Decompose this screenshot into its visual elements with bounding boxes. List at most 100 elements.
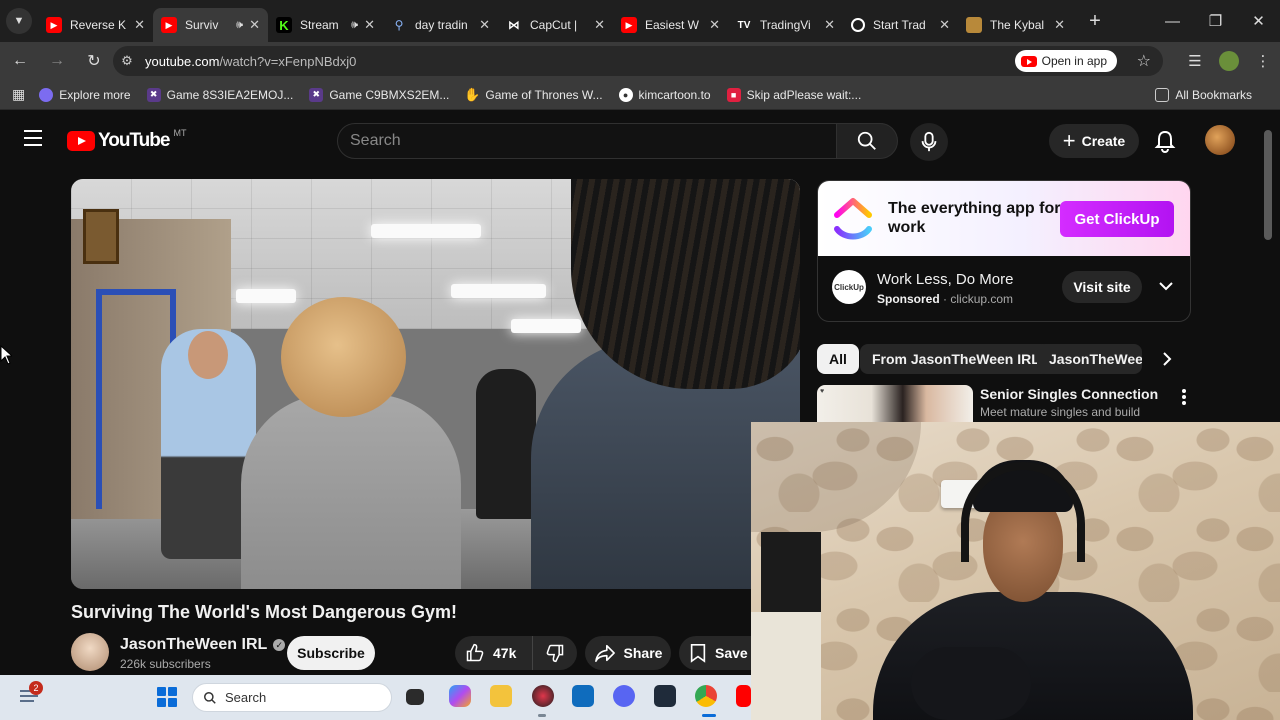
close-tab-icon[interactable]: ✕: [364, 17, 375, 33]
chips-next-button[interactable]: [1160, 350, 1174, 373]
create-label: Create: [1081, 133, 1126, 149]
recommendation-menu-button[interactable]: [1180, 388, 1188, 411]
youtube-app-icon[interactable]: [736, 685, 751, 707]
discord-icon[interactable]: [613, 685, 635, 707]
visit-site-button[interactable]: Visit site: [1062, 271, 1142, 303]
tab-tradingview[interactable]: TV TradingVi ✕: [728, 8, 843, 42]
close-tab-icon[interactable]: ✕: [939, 17, 950, 33]
tab-search-button[interactable]: ▼: [6, 8, 32, 34]
tab-title: TradingVi: [760, 18, 811, 32]
close-tab-icon[interactable]: ✕: [824, 17, 835, 33]
chip-from-channel[interactable]: From JasonTheWeen IRL: [860, 344, 1052, 374]
close-tab-icon[interactable]: ✕: [594, 17, 605, 33]
taskbar-search-input[interactable]: Search: [192, 683, 392, 712]
bookmark-skip-ad[interactable]: ■ Skip adPlease wait:...: [726, 87, 862, 102]
tab-kybalion[interactable]: The Kybal ✕: [958, 8, 1073, 42]
save-button[interactable]: Save: [679, 636, 759, 670]
media-control-icon[interactable]: ☰: [1178, 52, 1212, 70]
thumbnail-logo: ♥: [820, 388, 825, 395]
apps-grid-icon[interactable]: ▦: [12, 86, 25, 103]
guide-menu-icon[interactable]: [24, 130, 42, 146]
copilot-icon[interactable]: [449, 685, 471, 707]
tab-surviving[interactable]: ▶ Surviv 🕪 ✕: [153, 8, 268, 42]
close-tab-icon[interactable]: ✕: [709, 17, 720, 33]
like-dislike-group: 47k: [455, 636, 577, 670]
all-bookmarks-button[interactable]: All Bookmarks: [1155, 87, 1252, 102]
subscribe-button[interactable]: Subscribe: [287, 636, 375, 670]
media-app-icon[interactable]: [532, 685, 554, 707]
ad-card[interactable]: The everything app for work Get ClickUp …: [817, 180, 1191, 322]
open-in-app-button[interactable]: Open in app: [1014, 50, 1117, 72]
bookmark-explore-more[interactable]: Explore more: [39, 87, 131, 102]
audio-app-icon[interactable]: [654, 685, 676, 707]
bookmark-star-icon[interactable]: ☆: [1137, 51, 1151, 71]
close-tab-icon[interactable]: ✕: [249, 17, 260, 33]
ad-domain: clickup.com: [950, 292, 1014, 306]
start-button[interactable]: [157, 687, 177, 707]
window-controls: — ❐ ✕: [1151, 0, 1280, 42]
channel-name[interactable]: JasonTheWeen IRL ✓: [120, 636, 286, 654]
advertiser-logo[interactable]: ClickUp: [832, 270, 866, 304]
tab-title: Easiest W: [645, 18, 700, 32]
create-button[interactable]: + Create: [1049, 124, 1139, 158]
share-button[interactable]: Share: [585, 636, 671, 670]
restore-icon[interactable]: ❐: [1194, 0, 1237, 42]
tab-day-trading[interactable]: ⚲ day tradin ✕: [383, 8, 498, 42]
channel-avatar[interactable]: [71, 633, 109, 671]
toolbar-right: ☰ ⋮: [1178, 42, 1280, 80]
ad-expand-button[interactable]: [1158, 279, 1174, 297]
search-input[interactable]: Search: [337, 123, 837, 159]
bookmark-label: Skip adPlease wait:...: [746, 87, 862, 102]
speaker-icon[interactable]: 🕪: [236, 19, 243, 32]
forward-button[interactable]: →: [40, 46, 74, 76]
tab-start-trading[interactable]: Start Trad ✕: [843, 8, 958, 42]
outlook-icon[interactable]: [572, 685, 594, 707]
get-clickup-button[interactable]: Get ClickUp: [1060, 201, 1174, 237]
chip-all[interactable]: All: [817, 344, 859, 374]
file-explorer-icon[interactable]: [490, 685, 512, 707]
task-view-icon[interactable]: [406, 689, 424, 705]
page-scrollbar[interactable]: [1264, 130, 1272, 240]
recommendation-title[interactable]: Senior Singles Connection: [980, 386, 1158, 402]
new-tab-button[interactable]: +: [1083, 10, 1107, 33]
dislike-button[interactable]: [533, 643, 577, 663]
plus-icon: +: [1062, 128, 1076, 153]
close-tab-icon[interactable]: ✕: [479, 17, 490, 33]
bookmark-kimcartoon[interactable]: ● kimcartoon.to: [618, 87, 711, 102]
bookmark-label: Explore more: [59, 87, 131, 102]
voice-search-button[interactable]: [910, 123, 948, 161]
recommendation-thumbnail[interactable]: ♥: [817, 385, 973, 425]
speaker-icon[interactable]: 🕪: [351, 19, 358, 32]
close-window-icon[interactable]: ✕: [1237, 0, 1280, 42]
notifications-button[interactable]: [1154, 129, 1176, 158]
reload-button[interactable]: ↻: [77, 46, 111, 76]
account-avatar[interactable]: [1205, 125, 1235, 155]
address-bar[interactable]: ⚙ youtube.com/watch?v=xFenpNBdxj0 Open i…: [113, 46, 1163, 76]
chip-channel[interactable]: JasonTheWeen: [1037, 344, 1142, 374]
bookmark-game-2[interactable]: ✖ Game C9BMXS2EM...: [309, 87, 449, 102]
url-host: youtube.com: [145, 53, 220, 69]
video-player[interactable]: [71, 179, 800, 589]
ad-banner[interactable]: The everything app for work Get ClickUp: [818, 181, 1190, 256]
profile-avatar[interactable]: [1219, 51, 1239, 71]
tab-reverse[interactable]: ▶ Reverse K ✕: [38, 8, 153, 42]
search-button[interactable]: [836, 123, 898, 159]
like-button[interactable]: 47k: [455, 636, 533, 670]
back-button[interactable]: ←: [3, 46, 37, 76]
bookmark-game-1[interactable]: ✖ Game 8S3IEA2EMOJ...: [146, 87, 293, 102]
like-count: 47k: [493, 645, 517, 661]
close-tab-icon[interactable]: ✕: [134, 17, 145, 33]
chrome-icon[interactable]: [695, 685, 717, 707]
minimize-icon[interactable]: —: [1151, 0, 1194, 42]
tab-easiest[interactable]: ▶ Easiest W ✕: [613, 8, 728, 42]
youtube-masthead: YouTube MT Search + Create: [0, 111, 1280, 171]
tab-stream[interactable]: K Stream 🕪 ✕: [268, 8, 383, 42]
close-tab-icon[interactable]: ✕: [1054, 17, 1065, 33]
notification-badge: 2: [29, 681, 43, 695]
bookmark-game-of-thrones[interactable]: ✋ Game of Thrones W...: [464, 87, 602, 102]
menu-icon[interactable]: ⋮: [1246, 52, 1280, 70]
youtube-logo[interactable]: YouTube MT: [67, 128, 186, 152]
tab-capcut[interactable]: ⋈ CapCut | ✕: [498, 8, 613, 42]
ad-title[interactable]: Work Less, Do More: [877, 271, 1013, 288]
site-info-icon[interactable]: ⚙: [113, 53, 141, 69]
